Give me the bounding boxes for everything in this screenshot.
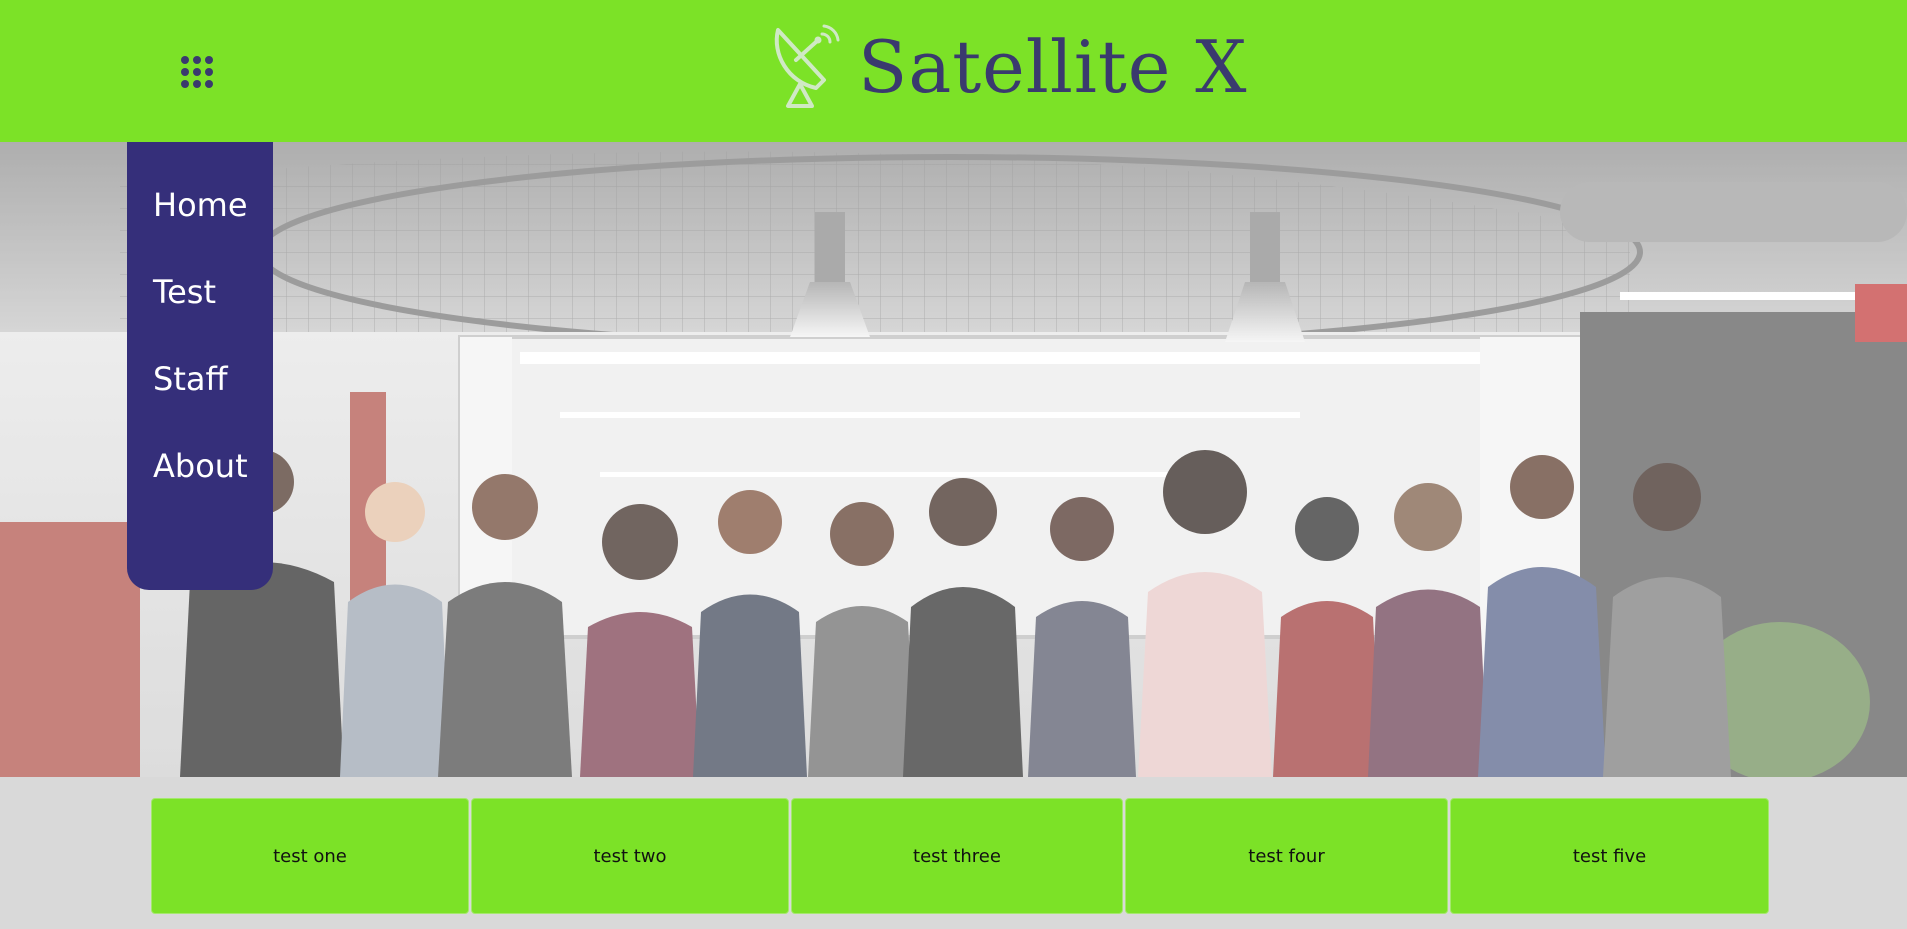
card-row: test one test two test three test four t…	[0, 777, 1907, 929]
grid-dot	[193, 68, 201, 76]
brand-name: Satellite X	[858, 25, 1248, 109]
nav-item-staff[interactable]: Staff	[127, 360, 273, 447]
card-test-four[interactable]: test four	[1125, 798, 1448, 914]
nav-item-test[interactable]: Test	[127, 273, 273, 360]
satellite-dish-icon	[774, 24, 840, 108]
card-test-one[interactable]: test one	[151, 798, 469, 914]
grid-dot	[181, 68, 189, 76]
grid-dot	[205, 56, 213, 64]
grid-dot	[181, 80, 189, 88]
side-nav: Home Test Staff About	[127, 142, 273, 590]
site-header: Satellite X	[0, 0, 1907, 142]
hero-image	[0, 142, 1907, 777]
card-test-two[interactable]: test two	[471, 798, 789, 914]
grid-dot	[193, 56, 201, 64]
card-test-three[interactable]: test three	[791, 798, 1123, 914]
grid-dot	[205, 68, 213, 76]
grid-menu-icon[interactable]	[181, 56, 219, 94]
grid-dot	[181, 56, 189, 64]
team-office-photo	[0, 142, 1907, 777]
card-test-five[interactable]: test five	[1450, 798, 1769, 914]
grid-dot	[205, 80, 213, 88]
nav-item-about[interactable]: About	[127, 447, 273, 534]
brand[interactable]: Satellite X	[770, 22, 1248, 112]
nav-item-home[interactable]: Home	[127, 186, 273, 273]
grid-dot	[193, 80, 201, 88]
